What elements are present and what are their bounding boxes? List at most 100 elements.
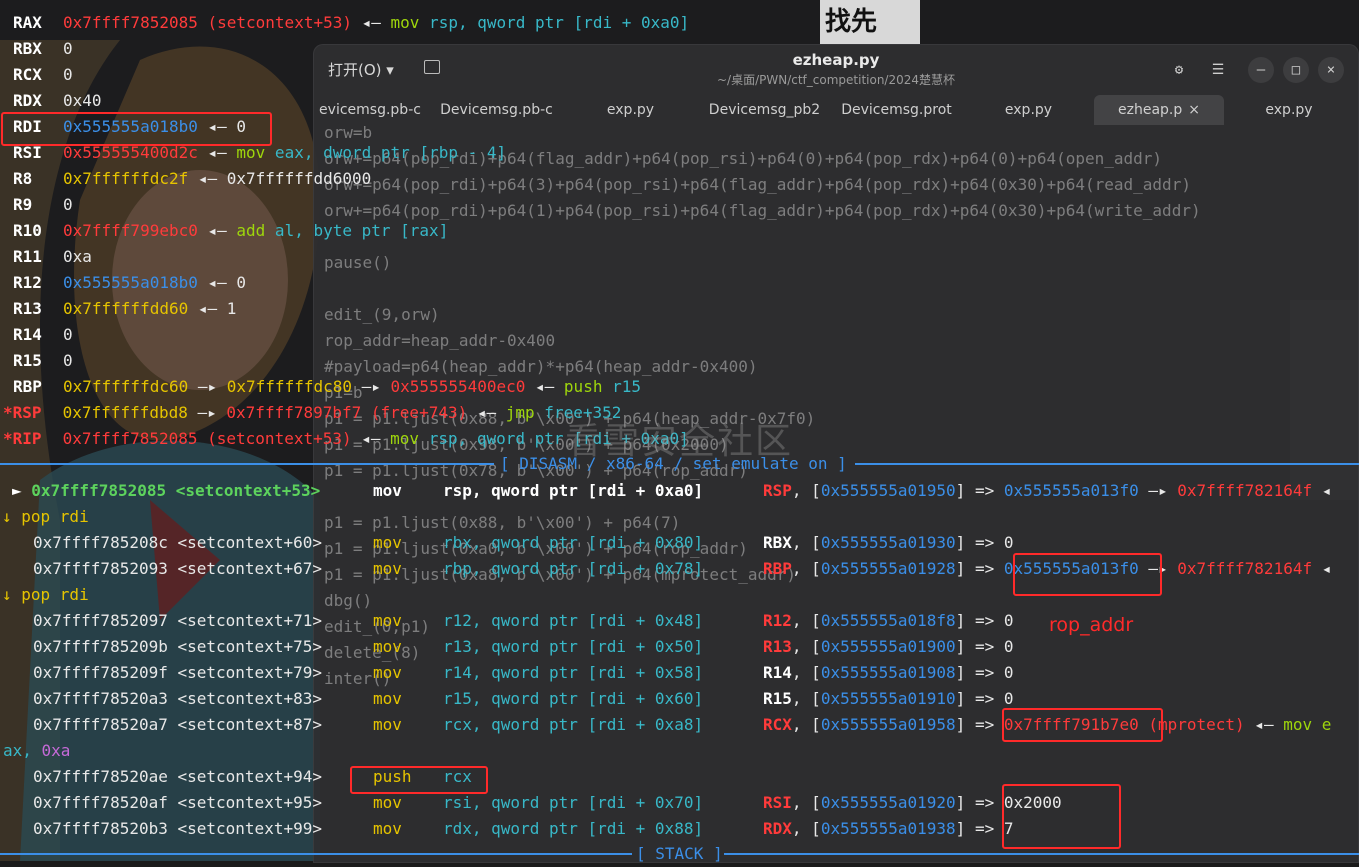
register-value-part: 0x7ffffffdd60 <box>63 299 189 318</box>
insn-operands: r13, qword ptr [rdi + 0x50] <box>443 634 703 660</box>
comment-part: 0x555555a01900 <box>820 637 956 656</box>
comment-part: 0x555555a01950 <box>820 481 956 500</box>
comment-part: , [ <box>791 533 821 552</box>
insn-operands: rcx, qword ptr [rdi + 0xa8] <box>443 712 703 738</box>
insn-comment: R15, [0x555555a01910] => 0 <box>763 686 1013 712</box>
disasm-row: 0x7ffff7852093 <setcontext+67> <box>33 556 322 582</box>
register-row-rbx: RBX 0 <box>13 36 73 62</box>
insn-mnemonic: mov <box>373 556 402 582</box>
register-row-rsp: *RSP 0x7ffffffdbd8 —▸ 0x7ffff7897bf7 (fre… <box>3 400 621 426</box>
comment-part: 0x7ffff782164f <box>1177 559 1313 578</box>
register-value-part: ◂— <box>525 377 564 396</box>
modified-marker: * <box>3 429 13 448</box>
comment-part: R12 <box>763 611 792 630</box>
register-value-part: 0xa <box>63 247 92 266</box>
register-row-rax: RAX 0x7ffff7852085 (setcontext+53) ◂— mov… <box>13 10 689 36</box>
comment-part: 0x555555a01930 <box>820 533 956 552</box>
register-value-part: ◂— <box>188 299 227 318</box>
insn-mnemonic: mov <box>373 712 402 738</box>
register-row-r8: R8 0x7ffffffdc2f ◂— 0x7ffffffdd6000 <box>13 166 371 192</box>
mnemonic: mov <box>373 715 402 734</box>
comment-part: , [ <box>791 819 821 838</box>
register-value-part: 0x7ffff799ebc0 <box>63 221 198 240</box>
register-value-part: 0x7ffffffdd6000 <box>226 169 372 188</box>
comment-part: , [ <box>791 715 821 734</box>
stack-separator-right <box>724 853 1359 855</box>
insn-address: 0x7ffff7852085 <setcontext+53> <box>31 481 321 500</box>
comment-part: ] => <box>955 481 1004 500</box>
register-value-part: r15 <box>602 377 641 396</box>
disasm-row: 0x7ffff78520af <setcontext+95> <box>33 790 322 816</box>
register-name: R10 <box>13 221 42 240</box>
insn-mnemonic: mov <box>373 634 402 660</box>
comment-part: ◂— <box>1244 715 1284 734</box>
register-value-part: 0x555555400ec0 <box>390 377 526 396</box>
insn-comment: R14, [0x555555a01908] => 0 <box>763 660 1013 686</box>
insn-operands: rsp, qword ptr [rdi + 0xa0] <box>443 478 703 504</box>
comment-part: RCX <box>763 715 792 734</box>
register-name: R12 <box>13 273 42 292</box>
register-row-rbp: RBP 0x7ffffffdc60 —▸ 0x7ffffffdc80 —▸ 0x5… <box>13 374 641 400</box>
insn-address: 0x7ffff785208c <setcontext+60> <box>33 533 322 552</box>
comment-part: 0x555555a018f8 <box>820 611 956 630</box>
disasm-branch-row: ↓ pop rdi <box>2 504 89 530</box>
register-value-part: 0x7ffffffdc2f <box>63 169 189 188</box>
push-rcx-highlight-box <box>350 766 488 794</box>
register-row-rdx: RDX 0x40 <box>13 88 102 114</box>
disasm-row: 0x7ffff78520b3 <setcontext+99> <box>33 816 322 842</box>
register-value-part: rsp, qword ptr [rdi + 0xa0] <box>419 13 690 32</box>
disasm-branch-row: ↓ pop rdi <box>2 582 89 608</box>
register-value-part: ◂— <box>351 429 391 448</box>
stack-separator-left <box>0 853 632 855</box>
comment-part: RBX <box>763 533 792 552</box>
operands: rsi, qword ptr [rdi + 0x70] <box>443 793 704 812</box>
comment-part: , [ <box>791 689 821 708</box>
insn-address: 0x7ffff78520af <setcontext+95> <box>33 793 322 812</box>
insn-comment: RSP, [0x555555a01950] => 0x555555a013f0 … <box>763 478 1331 504</box>
comment-part: ax, <box>3 741 42 760</box>
register-value-part: 0x40 <box>63 91 102 110</box>
register-row-r14: R14 0 <box>13 322 73 348</box>
register-name: R8 <box>13 169 33 188</box>
insn-comment: R12, [0x555555a018f8] => 0 <box>763 608 1013 634</box>
insn-address: 0x7ffff7852097 <setcontext+71> <box>33 611 322 630</box>
modified-marker: * <box>3 403 13 422</box>
comment-part: , [ <box>791 793 821 812</box>
rcx-value-highlight-box <box>1002 708 1163 742</box>
comment-part: —▸ <box>1138 481 1178 500</box>
comment-part: RBP <box>763 559 792 578</box>
comment-part: mov e <box>1283 715 1332 734</box>
operands: r15, qword ptr [rdi + 0x60] <box>443 689 704 708</box>
insn-operands: rdx, qword ptr [rdi + 0x88] <box>443 816 703 842</box>
register-name: R14 <box>13 325 42 344</box>
comment-part: ◂ <box>1312 559 1332 578</box>
disasm-separator-left <box>0 463 494 465</box>
register-row-rcx: RCX 0 <box>13 62 73 88</box>
register-name: R13 <box>13 299 42 318</box>
comment-part: ] => 0 <box>955 533 1014 552</box>
register-name: RIP <box>12 429 42 448</box>
register-row-r12: R12 0x555555a018b0 ◂— 0 <box>13 270 246 296</box>
comment-part: , [ <box>791 611 821 630</box>
operands: rcx, qword ptr [rdi + 0xa8] <box>443 715 704 734</box>
comment-part: ] => 0 <box>955 663 1014 682</box>
disasm-row: 0x7ffff785208c <setcontext+60> <box>33 530 322 556</box>
insn-operands: rbx, qword ptr [rdi + 0x80] <box>443 530 703 556</box>
insn-comment: RBX, [0x555555a01930] => 0 <box>763 530 1013 556</box>
insn-mnemonic: mov <box>373 660 402 686</box>
register-row-r15: R15 0 <box>13 348 73 374</box>
disasm-wrapped-row: ax, 0xa <box>3 738 70 764</box>
comment-part: , [ <box>791 637 821 656</box>
register-value-part: mov <box>390 429 420 448</box>
register-row-r10: R10 0x7ffff799ebc0 ◂— add al, byte ptr [r… <box>13 218 448 244</box>
comment-part: 0x555555a01958 <box>820 715 956 734</box>
insn-operands: r12, qword ptr [rdi + 0x48] <box>443 608 703 634</box>
watermark-text: 看雪安全社区 <box>565 421 794 462</box>
args-highlight-box <box>1002 784 1121 849</box>
register-value-part: 0 <box>63 195 73 214</box>
comment-part: ] => 0 <box>955 611 1014 630</box>
comment-part: 0x555555a01928 <box>820 559 956 578</box>
rbp-value-highlight-box <box>1013 553 1162 596</box>
register-value-part: 0 <box>236 273 247 292</box>
comment-part: 0x555555a01910 <box>820 689 956 708</box>
